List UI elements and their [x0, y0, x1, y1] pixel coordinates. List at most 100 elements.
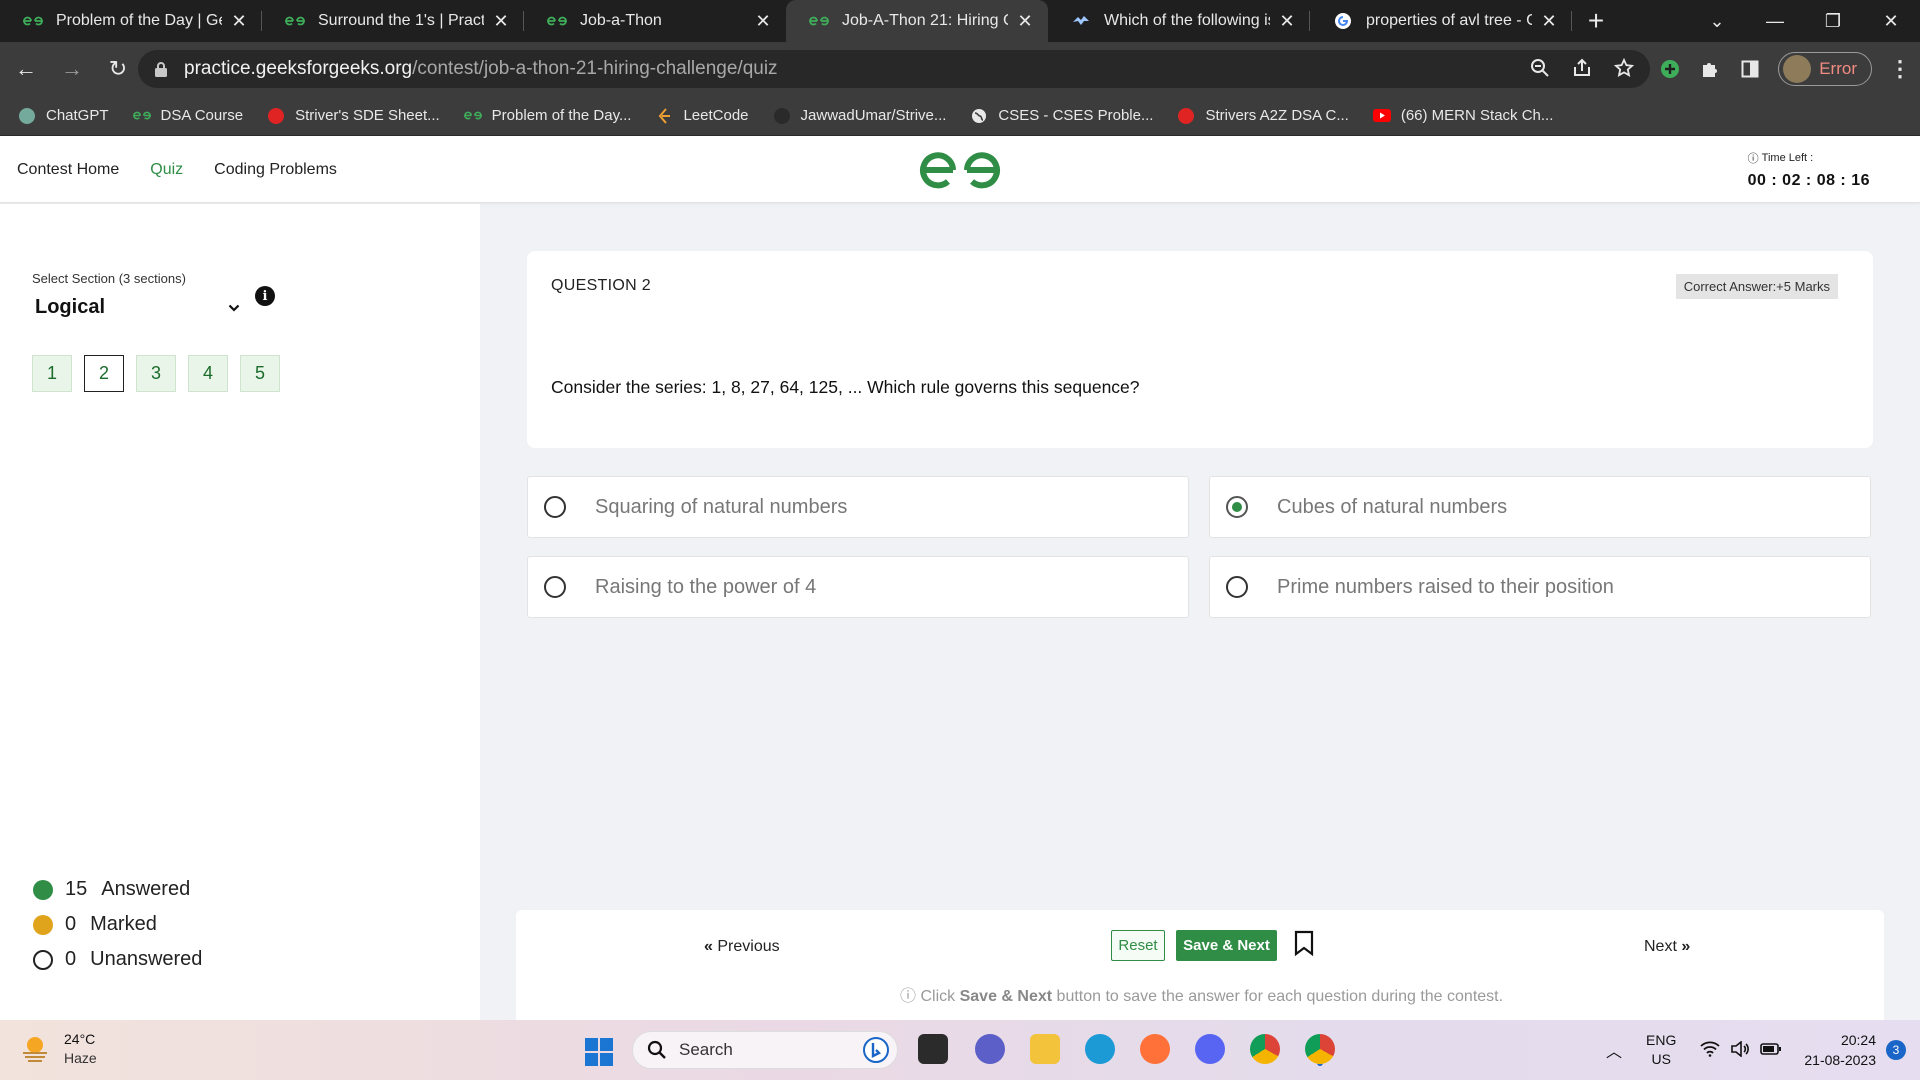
leetcode-icon — [655, 107, 673, 124]
radio-button[interactable] — [544, 496, 566, 518]
taskbar-search[interactable]: Search — [632, 1031, 898, 1069]
bookmark-item[interactable]: (66) MERN Stack Ch... — [1372, 107, 1553, 124]
question-number-button[interactable]: 5 — [240, 355, 280, 392]
close-icon[interactable]: ✕ — [492, 11, 510, 32]
bookmark-item[interactable]: Problem of the Day... — [463, 107, 631, 124]
option-3[interactable]: Raising to the power of 4 — [527, 556, 1189, 618]
bookmark-item[interactable]: ChatGPT — [18, 107, 109, 124]
chrome-icon[interactable] — [1250, 1034, 1280, 1064]
question-number-button[interactable]: 3 — [136, 355, 176, 392]
wifi-icon[interactable] — [1700, 1041, 1720, 1060]
profile-button[interactable]: Error — [1778, 52, 1872, 86]
chrome-profile-icon[interactable] — [1305, 1034, 1335, 1064]
browser-tab[interactable]: Job-a-Thon ✕ — [524, 0, 786, 42]
extension-plus-icon[interactable] — [1650, 59, 1690, 79]
forward-icon[interactable]: → — [52, 49, 92, 89]
discord-icon[interactable] — [1195, 1034, 1225, 1064]
bookmark-item[interactable]: CSES - CSES Proble... — [970, 107, 1153, 124]
bookmark-item[interactable]: JawwadUmar/Strive... — [773, 107, 946, 124]
teams-icon[interactable] — [975, 1034, 1005, 1064]
close-icon[interactable]: ✕ — [1016, 11, 1034, 32]
nav-coding-problems[interactable]: Coding Problems — [214, 161, 337, 179]
chevron-up-icon[interactable]: ︿ — [1606, 1038, 1622, 1062]
new-tab-button[interactable]: + — [1572, 0, 1620, 42]
close-icon[interactable]: ✕ — [1278, 11, 1296, 32]
zoom-icon[interactable] — [1530, 58, 1550, 78]
task-view-icon[interactable] — [918, 1034, 948, 1064]
option-label: Squaring of natural numbers — [595, 495, 848, 518]
question-number-button-current[interactable]: 2 — [84, 355, 124, 392]
question-number-button[interactable]: 1 — [32, 355, 72, 392]
language-indicator[interactable]: ENG US — [1646, 1031, 1676, 1069]
tuf-icon — [1177, 107, 1195, 124]
windows-start-icon[interactable] — [585, 1038, 613, 1066]
back-icon[interactable]: ← — [6, 49, 46, 89]
close-icon[interactable]: ✕ — [1540, 11, 1558, 32]
bookmark-item[interactable]: Striver's SDE Sheet... — [267, 107, 440, 124]
star-icon[interactable] — [1614, 58, 1634, 78]
minimize-icon[interactable]: — — [1746, 11, 1804, 32]
double-chevron-left-icon: « — [704, 938, 713, 955]
reset-button[interactable]: Reset — [1111, 930, 1165, 961]
gfg-icon — [132, 108, 151, 124]
nav-contest-home[interactable]: Contest Home — [17, 161, 119, 179]
battery-icon[interactable] — [1760, 1042, 1782, 1059]
option-4[interactable]: Prime numbers raised to their position — [1209, 556, 1871, 618]
section-label: Select Section (3 sections) — [32, 271, 186, 286]
save-next-button[interactable]: Save & Next — [1176, 930, 1277, 961]
edge-icon[interactable] — [1085, 1034, 1115, 1064]
radio-button-selected[interactable] — [1226, 496, 1248, 518]
section-select[interactable]: Logical — [35, 296, 240, 319]
previous-button[interactable]: « Previous — [704, 938, 780, 956]
question-number-button[interactable]: 4 — [188, 355, 228, 392]
option-2[interactable]: Cubes of natural numbers — [1209, 476, 1871, 538]
address-bar[interactable]: practice.geeksforgeeks.org /contest/job-… — [138, 50, 1650, 88]
nav-quiz[interactable]: Quiz — [150, 161, 183, 179]
github-icon — [773, 107, 791, 124]
sidepanel-icon[interactable] — [1730, 60, 1770, 78]
browser-tab[interactable]: properties of avl tree - Google Search ✕ — [1310, 0, 1572, 42]
bookmark-icon[interactable] — [1294, 930, 1314, 956]
menu-icon[interactable]: ⋮ — [1880, 56, 1920, 82]
tab-search-icon[interactable]: ⌄ — [1688, 11, 1746, 32]
close-icon[interactable]: ✕ — [754, 11, 772, 32]
window-close-icon[interactable]: ✕ — [1862, 11, 1920, 32]
weather-widget[interactable]: 24°C Haze — [20, 1029, 97, 1067]
radio-button[interactable] — [544, 576, 566, 598]
gfg-icon — [546, 13, 568, 29]
restore-icon[interactable]: ❐ — [1804, 11, 1862, 32]
time-left-value: 00 : 02 : 08 : 16 — [1747, 172, 1870, 189]
bookmark-item[interactable]: Strivers A2Z DSA C... — [1177, 107, 1349, 124]
radio-button[interactable] — [1226, 576, 1248, 598]
tab-title: Job-a-Thon — [580, 12, 662, 29]
browser-tab[interactable]: Surround the 1's | Practice | GeeksforGe… — [262, 0, 524, 42]
next-button[interactable]: Next » — [1644, 938, 1690, 956]
bookmark-item[interactable]: DSA Course — [132, 107, 243, 124]
status-legend: 15 Answered 0 Marked 0 Unanswered — [33, 872, 202, 977]
puzzle-icon[interactable] — [1690, 59, 1730, 79]
search-placeholder: Search — [679, 1040, 733, 1059]
bird-icon — [1070, 13, 1092, 29]
legend-unanswered: 0 Unanswered — [33, 942, 202, 977]
system-clock[interactable]: 20:24 21-08-2023 — [1804, 1030, 1876, 1070]
lock-icon — [155, 62, 167, 77]
close-icon[interactable]: ✕ — [230, 11, 248, 32]
option-label: Cubes of natural numbers — [1277, 495, 1508, 518]
bookmark-item[interactable]: LeetCode — [655, 107, 749, 124]
browser-tab[interactable]: Which of the following is not ✕ — [1048, 0, 1310, 42]
notification-badge[interactable]: 3 — [1886, 1040, 1906, 1060]
reload-icon[interactable]: ↻ — [98, 49, 138, 89]
search-icon — [647, 1040, 666, 1059]
option-1[interactable]: Squaring of natural numbers — [527, 476, 1189, 538]
question-card: QUESTION 2 Correct Answer:+5 Marks Consi… — [527, 251, 1873, 448]
avatar — [1783, 55, 1812, 83]
speaker-icon[interactable] — [1730, 1039, 1750, 1060]
browser-tab-active[interactable]: Job-A-Thon 21: Hiring Challenge ✕ — [786, 0, 1048, 42]
gfg-logo[interactable] — [919, 150, 1001, 190]
haze-sun-icon — [23, 1037, 47, 1062]
file-explorer-icon[interactable] — [1030, 1034, 1060, 1064]
firefox-icon[interactable] — [1140, 1034, 1170, 1064]
share-icon[interactable] — [1572, 58, 1592, 78]
browser-tab[interactable]: Problem of the Day | GeeksforGeeks ✕ — [0, 0, 262, 42]
info-icon[interactable]: i — [255, 286, 275, 306]
